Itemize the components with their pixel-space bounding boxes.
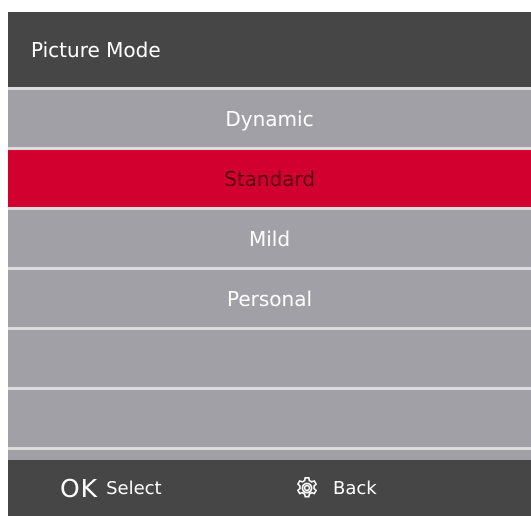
menu-item-personal[interactable]: Personal — [8, 267, 531, 327]
menu-item-label: Dynamic — [225, 106, 314, 131]
menu-title: Picture Mode — [31, 37, 161, 62]
menu-item-empty — [8, 387, 531, 450]
back-hint: Back — [295, 460, 377, 516]
ok-key-icon: OK — [60, 473, 99, 503]
menu-item-label: Standard — [224, 166, 315, 191]
select-hint-label: Select — [106, 477, 162, 499]
back-hint-label: Back — [333, 477, 377, 499]
menu-item-label: Personal — [226, 286, 313, 311]
gear-icon — [295, 476, 319, 500]
menu-item-empty — [8, 327, 531, 387]
menu-item-mild[interactable]: Mild — [8, 207, 531, 267]
menu-item-dynamic[interactable]: Dynamic — [8, 87, 531, 147]
select-hint: OK Select — [60, 460, 162, 516]
menu-item-label: Mild — [248, 226, 291, 251]
key-hint-bar: OK Select Back — [8, 460, 531, 516]
picture-mode-menu-panel: Picture Mode Dynamic Standard Mild Perso… — [8, 12, 531, 516]
menu-item-standard[interactable]: Standard — [8, 147, 531, 207]
menu-header: Picture Mode — [8, 12, 531, 87]
picture-mode-list: Dynamic Standard Mild Personal — [8, 87, 531, 450]
